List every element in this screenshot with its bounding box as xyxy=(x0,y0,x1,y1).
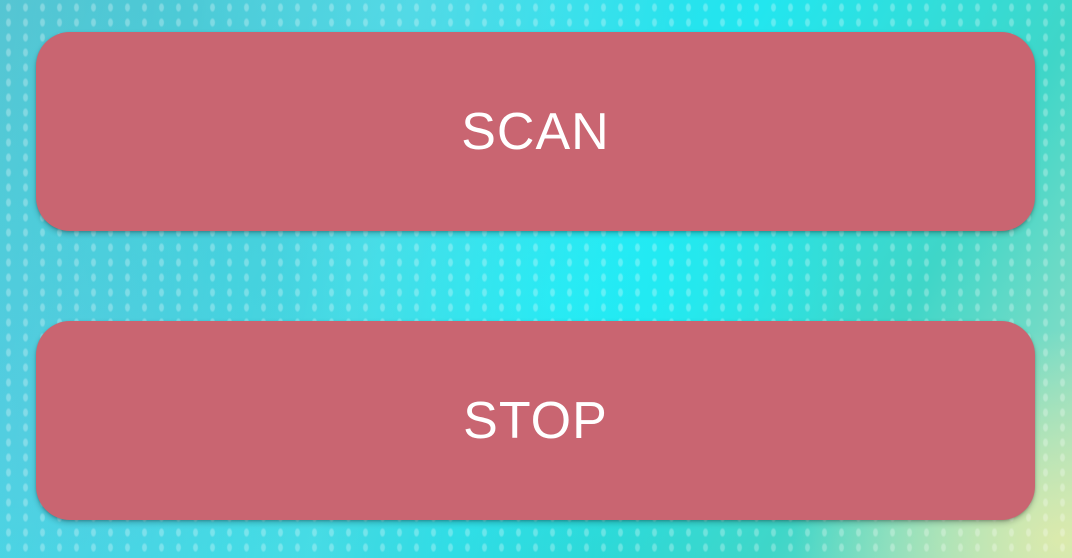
stop-button[interactable]: STOP xyxy=(36,321,1035,520)
scan-button-label: SCAN xyxy=(461,102,610,161)
scan-button[interactable]: SCAN xyxy=(36,32,1035,231)
stop-button-label: STOP xyxy=(463,391,608,450)
app-screen: SCAN STOP xyxy=(0,0,1072,558)
